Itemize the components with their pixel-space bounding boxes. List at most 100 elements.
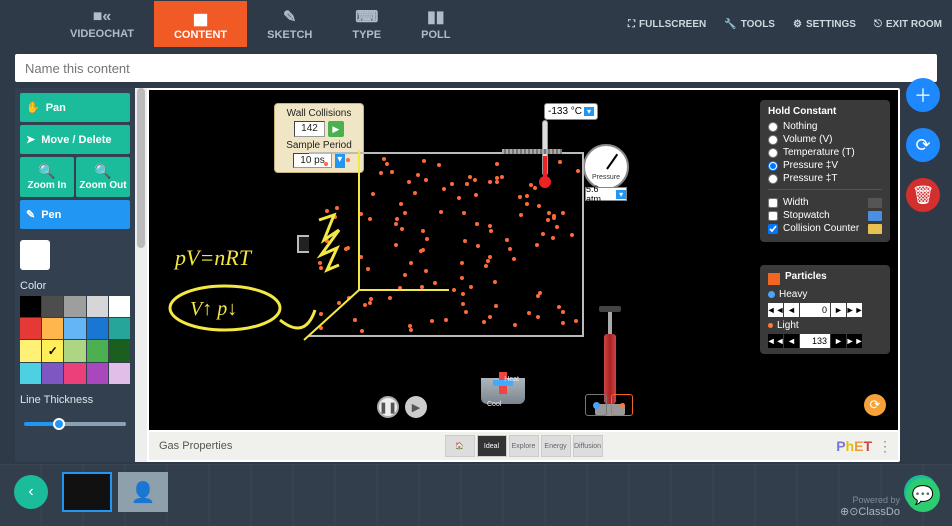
wall-collisions-value: 142: [294, 121, 325, 137]
light-last[interactable]: ►►: [847, 334, 862, 348]
ideal-mode[interactable]: Ideal: [477, 435, 507, 457]
color-swatch[interactable]: [87, 340, 108, 361]
label: Nothing: [783, 121, 817, 132]
heat-cool-control[interactable]: Heat Cool: [481, 378, 525, 416]
heavy-toggle[interactable]: [585, 394, 607, 416]
pen-icon: ✎: [26, 208, 35, 221]
particles-panel: Particles Heavy ◄◄ ◄ 0 ► ►► Light ◄◄ ◄ 1…: [760, 265, 890, 354]
thickness-slider[interactable]: [24, 422, 126, 426]
light-spinner[interactable]: ◄◄ ◄ 133 ► ►►: [768, 334, 882, 348]
reset-button[interactable]: ⟳: [864, 394, 886, 416]
label: Collision Counter: [783, 223, 859, 234]
radio-temperature[interactable]: Temperature (T): [768, 147, 882, 158]
fullscreen-button[interactable]: ⛶FULLSCREEN: [628, 19, 706, 30]
color-swatch[interactable]: [20, 296, 41, 317]
file-icon: ▅: [194, 7, 206, 27]
color-swatch[interactable]: [87, 318, 108, 339]
svg-text:pV=nRT: pV=nRT: [173, 245, 253, 270]
radio-volume[interactable]: Volume (V): [768, 134, 882, 145]
energy-mode[interactable]: Energy: [541, 435, 571, 457]
tab-content[interactable]: ▅ CONTENT: [154, 1, 247, 47]
radio-pressure-t[interactable]: Pressure ‡T: [768, 173, 882, 184]
heavy-prev[interactable]: ◄: [784, 303, 799, 317]
particles-icon: [768, 273, 780, 285]
label: Pressure ‡T: [783, 173, 837, 184]
radio-pressure-v[interactable]: Pressure ‡V: [768, 160, 882, 171]
refresh-button[interactable]: ⟳: [906, 128, 940, 162]
color-swatch[interactable]: [109, 340, 130, 361]
color-swatch[interactable]: [64, 296, 85, 317]
tab-poll[interactable]: ▮▮ POLL: [401, 1, 470, 47]
move-delete-tool[interactable]: ➤ Move / Delete: [20, 125, 130, 154]
tab-sketch[interactable]: ✎ SKETCH: [247, 1, 332, 47]
color-swatch[interactable]: [87, 363, 108, 384]
zoom-out-tool[interactable]: 🔍Zoom Out: [76, 157, 130, 197]
light-prev[interactable]: ◄: [784, 334, 799, 348]
content-title-input[interactable]: [15, 54, 937, 82]
panel-title: Hold Constant: [768, 106, 882, 117]
sim-menu-button[interactable]: ⋮: [878, 438, 892, 455]
heavy-next[interactable]: ►: [831, 303, 846, 317]
check-stopwatch[interactable]: Stopwatch: [768, 210, 882, 221]
nav-prev-button[interactable]: ‹: [14, 475, 48, 509]
wrench-icon: 🔧: [724, 19, 736, 30]
zoom-out-icon: 🔍: [78, 163, 128, 180]
check-collision-counter[interactable]: Collision Counter: [768, 223, 882, 234]
color-swatch[interactable]: [64, 318, 85, 339]
color-swatch[interactable]: [64, 363, 85, 384]
fullscreen-icon: ⛶: [628, 19, 635, 30]
tab-videochat[interactable]: ■« VIDEOCHAT: [50, 2, 154, 46]
vertical-scrollbar[interactable]: [135, 88, 147, 462]
add-button[interactable]: ＋: [906, 78, 940, 112]
label: Move / Delete: [41, 134, 111, 146]
color-swatch[interactable]: [87, 296, 108, 317]
light-toggle[interactable]: [611, 394, 633, 416]
color-swatch[interactable]: [64, 340, 85, 361]
chat-button[interactable]: 💬: [906, 478, 940, 512]
cursor-icon: ➤: [26, 133, 35, 146]
home-mode[interactable]: 🏠: [445, 435, 475, 457]
gas-container[interactable]: [309, 152, 584, 337]
light-next[interactable]: ►: [831, 334, 846, 348]
pan-tool[interactable]: ✋Pan: [20, 93, 130, 122]
diffusion-mode[interactable]: Diffusion: [573, 435, 603, 457]
color-swatch[interactable]: [42, 363, 63, 384]
color-swatch[interactable]: [20, 340, 41, 361]
main-area: ✋Pan ➤ Move / Delete 🔍Zoom In 🔍Zoom Out ✎…: [15, 88, 900, 462]
heavy-last[interactable]: ►►: [847, 303, 862, 317]
radio-nothing[interactable]: Nothing: [768, 121, 882, 132]
check-width[interactable]: Width: [768, 197, 882, 208]
container-resize-handle[interactable]: [297, 235, 309, 253]
color-swatch[interactable]: [20, 318, 41, 339]
pressure-display: 5.6 atm▾: [585, 187, 627, 201]
simulation-canvas[interactable]: Wall Collisions 142 ▶ Sample Period 10 p…: [149, 90, 898, 430]
tools-button[interactable]: 🔧TOOLS: [724, 19, 775, 30]
color-swatch[interactable]: [42, 318, 63, 339]
color-swatch[interactable]: [42, 296, 63, 317]
tab-type[interactable]: ⌨ TYPE: [332, 1, 401, 47]
phet-logo[interactable]: PhET: [836, 438, 872, 454]
pressure-unit-dropdown[interactable]: ▾: [616, 190, 626, 199]
heavy-spinner[interactable]: ◄◄ ◄ 0 ► ►►: [768, 303, 882, 317]
current-color-swatch[interactable]: [20, 240, 50, 270]
temp-unit-dropdown[interactable]: ▾: [584, 107, 594, 116]
zoom-in-tool[interactable]: 🔍Zoom In: [20, 157, 74, 197]
exitroom-button[interactable]: ⎋EXIT ROOM: [874, 19, 942, 30]
thumb-2[interactable]: 👤: [118, 472, 168, 512]
light-first[interactable]: ◄◄: [768, 334, 783, 348]
pen-tool[interactable]: ✎Pen: [20, 200, 130, 229]
explore-mode[interactable]: Explore: [509, 435, 539, 457]
heavy-first[interactable]: ◄◄: [768, 303, 783, 317]
counter-play-button[interactable]: ▶: [328, 121, 344, 137]
slider-thumb[interactable]: [53, 418, 65, 430]
color-swatch[interactable]: [20, 363, 41, 384]
color-swatch[interactable]: [109, 318, 130, 339]
pause-button[interactable]: ❚❚: [377, 396, 399, 418]
settings-button[interactable]: ⚙SETTINGS: [793, 19, 856, 30]
delete-button[interactable]: 🗑: [906, 178, 940, 212]
color-swatch[interactable]: [42, 340, 63, 361]
color-swatch[interactable]: [109, 363, 130, 384]
thumb-1[interactable]: [62, 472, 112, 512]
color-swatch[interactable]: [109, 296, 130, 317]
step-button[interactable]: ▶: [405, 396, 427, 418]
